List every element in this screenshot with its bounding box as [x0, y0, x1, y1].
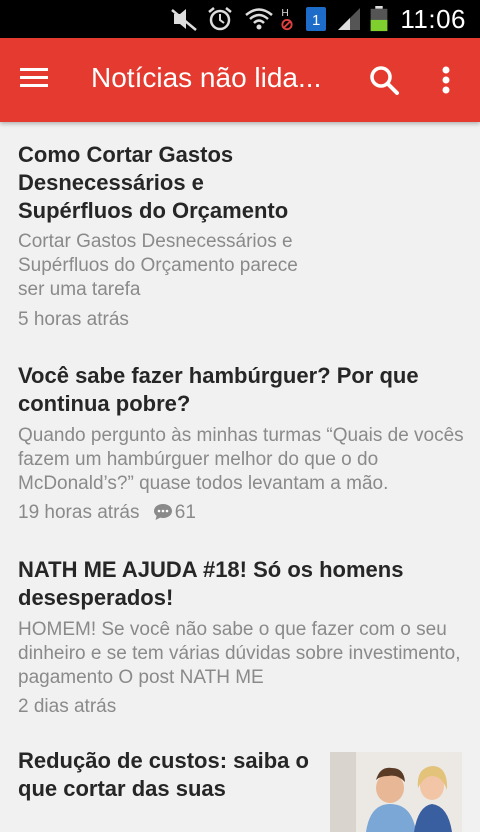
alarm-icon — [208, 7, 232, 31]
article-time: 19 horas atrás — [18, 502, 140, 523]
article-time: 5 horas atrás — [18, 309, 129, 330]
article-title: Redução de custos: saiba o que cortar da… — [18, 748, 309, 801]
status-time: 11:06 — [400, 4, 466, 34]
article-title: Você sabe fazer hambúrguer? Por que cont… — [18, 363, 419, 416]
article-snippet: Cortar Gastos Desnecessários e Supérfluo… — [18, 231, 298, 300]
comment-icon — [153, 504, 172, 520]
search-icon[interactable] — [366, 62, 402, 98]
article-title: Como Cortar Gastos Desnecessários e Supé… — [18, 142, 289, 223]
article-snippet: HOMEM! Se você não sabe o que fazer com … — [18, 619, 461, 688]
mute-icon — [171, 9, 197, 31]
wifi-icon — [245, 8, 273, 30]
more-options-icon[interactable] — [434, 62, 458, 98]
menu-icon[interactable] — [20, 64, 56, 96]
article-meta: 19 horas atrás 61 — [18, 502, 196, 524]
app-bar-title: Notícias não lida... — [91, 62, 322, 93]
article-snippet: Quando pergunto às minhas turmas “Quais … — [18, 425, 464, 494]
article-item[interactable]: NATH ME AJUDA #18! Só os homens desesper… — [0, 537, 480, 732]
sim-icon: 1 — [306, 7, 326, 31]
comment-count: 61 — [174, 502, 196, 523]
battery-icon — [370, 6, 388, 32]
status-bar: H 1 11:06 — [0, 0, 480, 38]
svg-text:H: H — [281, 8, 288, 19]
article-thumbnail — [330, 752, 462, 832]
article-item[interactable]: Redução de custos: saiba o que cortar da… — [0, 732, 480, 832]
signal-icon — [338, 8, 360, 30]
article-time: 2 dias atrás — [18, 696, 117, 717]
article-title: NATH ME AJUDA #18! Só os homens desesper… — [18, 557, 404, 610]
app-bar: Notícias não lida... — [0, 38, 480, 122]
article-item[interactable]: Como Cortar Gastos Desnecessários e Supé… — [0, 122, 480, 342]
network-h-icon: H — [281, 8, 293, 31]
article-item[interactable]: Você sabe fazer hambúrguer? Por que cont… — [0, 342, 480, 537]
article-thumbnail-image — [330, 752, 462, 832]
svg-text:1: 1 — [312, 12, 320, 29]
